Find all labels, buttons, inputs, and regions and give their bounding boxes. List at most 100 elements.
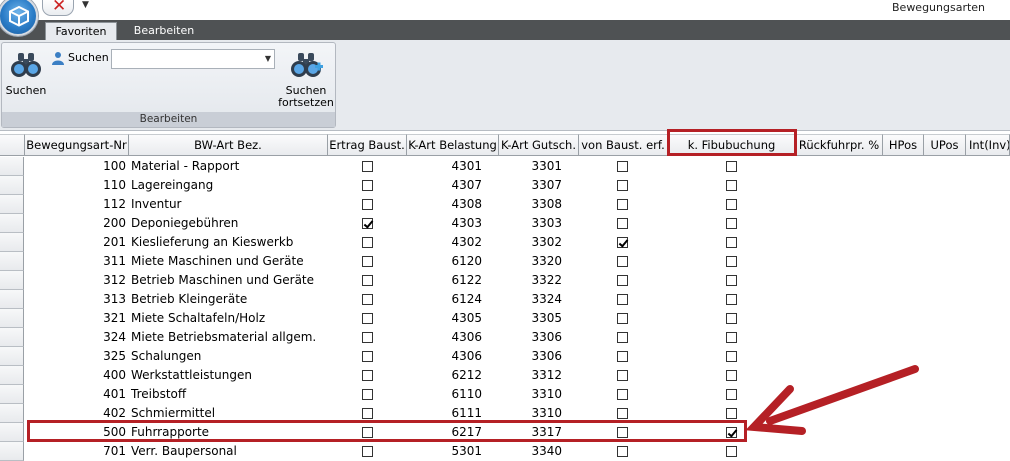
row-selector[interactable] xyxy=(0,442,24,461)
checkbox-von-baust-erf[interactable] xyxy=(617,313,628,324)
checkbox-k-fibubuchung[interactable] xyxy=(726,313,737,324)
checkbox-ertrag-baust[interactable] xyxy=(362,218,373,229)
row-selector[interactable] xyxy=(0,366,24,385)
cell-k-art-belastung[interactable]: 4303 xyxy=(407,214,482,233)
row-selector[interactable] xyxy=(0,214,24,233)
column-header-hpos[interactable]: HPos xyxy=(883,134,924,156)
checkbox-k-fibubuchung[interactable] xyxy=(726,370,737,381)
checkbox-k-fibubuchung[interactable] xyxy=(726,237,737,248)
cell-k-art-gutsch[interactable]: 3340 xyxy=(499,442,562,461)
cell-k-art-belastung[interactable]: 6122 xyxy=(407,271,482,290)
column-header-bw-art-bez[interactable]: BW-Art Bez. xyxy=(129,134,328,156)
row-selector-header[interactable] xyxy=(0,134,25,156)
tab-bearbeiten[interactable]: Bearbeiten xyxy=(126,22,202,40)
cell-bw-art-bez[interactable]: Deponiegebühren xyxy=(131,214,327,233)
row-selector[interactable] xyxy=(0,309,24,328)
checkbox-k-fibubuchung[interactable] xyxy=(726,294,737,305)
cell-k-art-belastung[interactable]: 4306 xyxy=(407,328,482,347)
cell-bewegungsart-nr[interactable]: 112 xyxy=(25,195,126,214)
checkbox-von-baust-erf[interactable] xyxy=(617,427,628,438)
cell-bewegungsart-nr[interactable]: 201 xyxy=(25,233,126,252)
cell-bewegungsart-nr[interactable]: 324 xyxy=(25,328,126,347)
column-header-k-art-belastung[interactable]: K-Art Belastung xyxy=(407,134,499,156)
cell-bewegungsart-nr[interactable]: 110 xyxy=(25,176,126,195)
checkbox-ertrag-baust[interactable] xyxy=(362,313,373,324)
checkbox-k-fibubuchung[interactable] xyxy=(726,275,737,286)
checkbox-von-baust-erf[interactable] xyxy=(617,256,628,267)
cell-bw-art-bez[interactable]: Verr. Baupersonal xyxy=(131,442,327,461)
cell-bewegungsart-nr[interactable]: 401 xyxy=(25,385,126,404)
checkbox-ertrag-baust[interactable] xyxy=(362,370,373,381)
row-selector[interactable] xyxy=(0,423,24,442)
chevron-down-icon[interactable]: ▼ xyxy=(265,54,271,63)
cell-bw-art-bez[interactable]: Miete Schaltafeln/Holz xyxy=(131,309,327,328)
checkbox-von-baust-erf[interactable] xyxy=(617,332,628,343)
checkbox-von-baust-erf[interactable] xyxy=(617,389,628,400)
cell-k-art-belastung[interactable]: 4302 xyxy=(407,233,482,252)
cell-bw-art-bez[interactable]: Schalungen xyxy=(131,347,327,366)
cell-bewegungsart-nr[interactable]: 402 xyxy=(25,404,126,423)
checkbox-von-baust-erf[interactable] xyxy=(617,237,628,248)
column-header-k-art-gutsch[interactable]: K-Art Gutsch. xyxy=(499,134,579,156)
cell-k-art-gutsch[interactable]: 3301 xyxy=(499,157,562,176)
cell-bewegungsart-nr[interactable]: 311 xyxy=(25,252,126,271)
checkbox-ertrag-baust[interactable] xyxy=(362,161,373,172)
column-header-bewegungsart-nr[interactable]: Bewegungsart-Nr xyxy=(25,134,129,156)
cell-k-art-belastung[interactable]: 4308 xyxy=(407,195,482,214)
checkbox-von-baust-erf[interactable] xyxy=(617,275,628,286)
cell-bw-art-bez[interactable]: Werkstattleistungen xyxy=(131,366,327,385)
cell-k-art-gutsch[interactable]: 3306 xyxy=(499,347,562,366)
cell-bewegungsart-nr[interactable]: 100 xyxy=(25,157,126,176)
cell-k-art-gutsch[interactable]: 3302 xyxy=(499,233,562,252)
search-combobox[interactable]: ▼ xyxy=(111,49,275,69)
checkbox-von-baust-erf[interactable] xyxy=(617,370,628,381)
cell-bewegungsart-nr[interactable]: 701 xyxy=(25,442,126,461)
row-selector[interactable] xyxy=(0,176,24,195)
checkbox-von-baust-erf[interactable] xyxy=(617,199,628,210)
checkbox-k-fibubuchung[interactable] xyxy=(726,427,737,438)
cell-k-art-belastung[interactable]: 6217 xyxy=(407,423,482,442)
checkbox-ertrag-baust[interactable] xyxy=(362,389,373,400)
row-selector[interactable] xyxy=(0,195,24,214)
cell-k-art-belastung[interactable]: 6124 xyxy=(407,290,482,309)
cell-k-art-gutsch[interactable]: 3310 xyxy=(499,404,562,423)
cell-bw-art-bez[interactable]: Betrieb Kleingeräte xyxy=(131,290,327,309)
checkbox-ertrag-baust[interactable] xyxy=(362,237,373,248)
cell-k-art-gutsch[interactable]: 3306 xyxy=(499,328,562,347)
cell-bw-art-bez[interactable]: Betrieb Maschinen und Geräte xyxy=(131,271,327,290)
checkbox-ertrag-baust[interactable] xyxy=(362,427,373,438)
cell-k-art-belastung[interactable]: 4301 xyxy=(407,157,482,176)
cell-bw-art-bez[interactable]: Fuhrrapporte xyxy=(131,423,327,442)
cell-bewegungsart-nr[interactable]: 325 xyxy=(25,347,126,366)
checkbox-von-baust-erf[interactable] xyxy=(617,218,628,229)
row-selector[interactable] xyxy=(0,252,24,271)
checkbox-k-fibubuchung[interactable] xyxy=(726,161,737,172)
checkbox-ertrag-baust[interactable] xyxy=(362,351,373,362)
column-header-k-fibubuchung[interactable]: k. Fibubuchung xyxy=(668,134,796,156)
checkbox-von-baust-erf[interactable] xyxy=(617,446,628,457)
search-continue-button[interactable]: Suchen fortsetzen xyxy=(278,51,334,109)
cell-bewegungsart-nr[interactable]: 313 xyxy=(25,290,126,309)
cell-bw-art-bez[interactable]: Miete Maschinen und Geräte xyxy=(131,252,327,271)
checkbox-k-fibubuchung[interactable] xyxy=(726,446,737,457)
row-selector[interactable] xyxy=(0,157,24,176)
cell-bw-art-bez[interactable]: Inventur xyxy=(131,195,327,214)
checkbox-k-fibubuchung[interactable] xyxy=(726,199,737,210)
cell-k-art-gutsch[interactable]: 3307 xyxy=(499,176,562,195)
cell-k-art-gutsch[interactable]: 3317 xyxy=(499,423,562,442)
tab-favoriten[interactable]: Favoriten xyxy=(45,22,117,40)
checkbox-von-baust-erf[interactable] xyxy=(617,351,628,362)
row-selector[interactable] xyxy=(0,385,24,404)
row-selector[interactable] xyxy=(0,233,24,252)
cell-bewegungsart-nr[interactable]: 312 xyxy=(25,271,126,290)
cell-k-art-belastung[interactable]: 6110 xyxy=(407,385,482,404)
cell-bw-art-bez[interactable]: Miete Betriebsmaterial allgem. xyxy=(131,328,327,347)
cell-k-art-belastung[interactable]: 5301 xyxy=(407,442,482,461)
cell-k-art-belastung[interactable]: 6120 xyxy=(407,252,482,271)
row-selector[interactable] xyxy=(0,271,24,290)
checkbox-k-fibubuchung[interactable] xyxy=(726,218,737,229)
cell-k-art-gutsch[interactable]: 3312 xyxy=(499,366,562,385)
cell-k-art-gutsch[interactable]: 3322 xyxy=(499,271,562,290)
cell-k-art-belastung[interactable]: 4306 xyxy=(407,347,482,366)
checkbox-k-fibubuchung[interactable] xyxy=(726,408,737,419)
